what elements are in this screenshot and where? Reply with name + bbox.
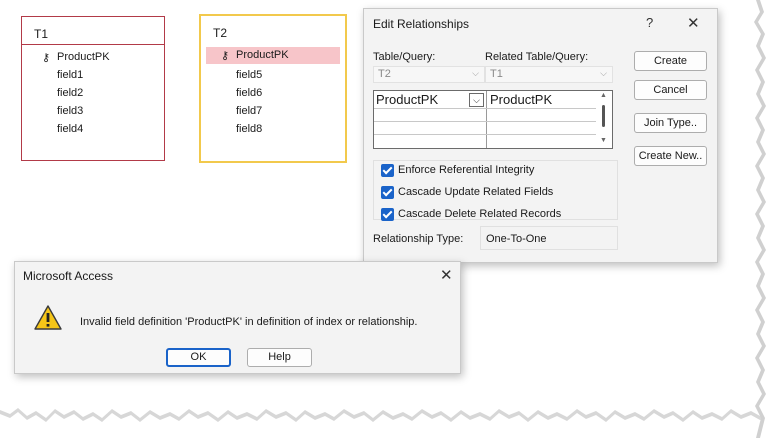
warning-icon (34, 305, 62, 330)
relationship-type-box: One-To-One (480, 226, 618, 250)
torn-edge-right (754, 0, 775, 438)
error-message-text: Invalid field definition 'ProductPK' in … (80, 316, 418, 328)
cascade-update-checkbox[interactable] (381, 186, 394, 199)
related-table-label: Related Table/Query: (485, 51, 589, 63)
scrollbar-thumb[interactable] (602, 105, 605, 127)
field-item[interactable]: ProductPK (57, 51, 110, 63)
field-item[interactable]: ProductPK (236, 49, 289, 61)
table-title: T2 (213, 26, 228, 40)
edit-relationships-dialog: Edit Relationships ? ✕ Table/Query: Rela… (363, 8, 718, 263)
field-item[interactable]: field4 (57, 123, 83, 135)
dialog-title: Edit Relationships (373, 17, 470, 31)
vertical-scrollbar[interactable]: ▲ ▼ (596, 91, 612, 148)
help-button[interactable]: Help (247, 348, 312, 367)
selected-value: T2 (378, 68, 391, 80)
chevron-down-icon: ⌵ (472, 68, 479, 78)
grid-divider (486, 91, 487, 148)
message-box-title: Microsoft Access (23, 269, 114, 283)
field-mapping-grid[interactable]: ProductPK ⌵ ProductPK ▲ ▼ (373, 90, 613, 149)
relationship-type-value: One-To-One (486, 233, 547, 245)
table-query-select[interactable]: T2 ⌵ (373, 66, 485, 83)
field-item[interactable]: field7 (236, 105, 262, 117)
field-item[interactable]: field8 (236, 123, 262, 135)
cascade-delete-label: Cascade Delete Related Records (398, 208, 562, 220)
table-query-label: Table/Query: (373, 51, 436, 63)
field-item[interactable]: field6 (236, 87, 262, 99)
grid-cell-left[interactable]: ProductPK (376, 92, 438, 107)
relationship-type-label: Relationship Type: (373, 233, 464, 245)
close-icon[interactable]: ✕ (440, 266, 453, 284)
field-item[interactable]: field3 (57, 105, 83, 117)
ok-button[interactable]: OK (166, 348, 231, 367)
cancel-button[interactable]: Cancel (634, 80, 707, 100)
grid-row-line (374, 121, 596, 122)
enforce-integrity-label: Enforce Referential Integrity (398, 164, 535, 176)
error-message-box: Microsoft Access ✕ Invalid field definit… (14, 261, 461, 374)
table-box-t1[interactable]: T1 ⚷ ProductPK field1 field2 field3 fiel… (21, 16, 165, 161)
close-icon[interactable]: ✕ (687, 14, 700, 32)
help-icon[interactable]: ? (646, 15, 653, 30)
related-table-select[interactable]: T1 ⌵ (485, 66, 613, 83)
torn-edge-bottom (0, 408, 775, 438)
key-icon: ⚷ (221, 50, 230, 62)
grid-row-line (374, 108, 596, 109)
cascade-update-label: Cascade Update Related Fields (398, 186, 554, 198)
enforce-integrity-checkbox[interactable] (381, 164, 394, 177)
key-icon: ⚷ (42, 52, 51, 64)
chevron-down-icon: ⌵ (600, 68, 607, 78)
table-title: T1 (34, 27, 49, 41)
selected-value: T1 (490, 68, 503, 80)
table-box-t2[interactable]: T2 ⚷ ProductPK field5 field6 field7 fiel… (199, 14, 347, 163)
scroll-down-icon[interactable]: ▼ (600, 137, 607, 144)
field-item[interactable]: field5 (236, 69, 262, 81)
divider (22, 44, 164, 45)
chevron-down-icon[interactable]: ⌵ (469, 93, 484, 107)
field-item[interactable]: field1 (57, 69, 83, 81)
grid-cell-right[interactable]: ProductPK (490, 92, 552, 107)
create-new-button[interactable]: Create New.. (634, 146, 707, 166)
grid-row-line (374, 134, 596, 135)
cascade-delete-checkbox[interactable] (381, 208, 394, 221)
integrity-options-group: Enforce Referential Integrity Cascade Up… (373, 160, 618, 221)
scroll-up-icon[interactable]: ▲ (600, 92, 607, 99)
create-button[interactable]: Create (634, 51, 707, 71)
field-item[interactable]: field2 (57, 87, 83, 99)
relationships-canvas: T1 ⚷ ProductPK field1 field2 field3 fiel… (0, 0, 775, 438)
join-type-button[interactable]: Join Type.. (634, 113, 707, 133)
